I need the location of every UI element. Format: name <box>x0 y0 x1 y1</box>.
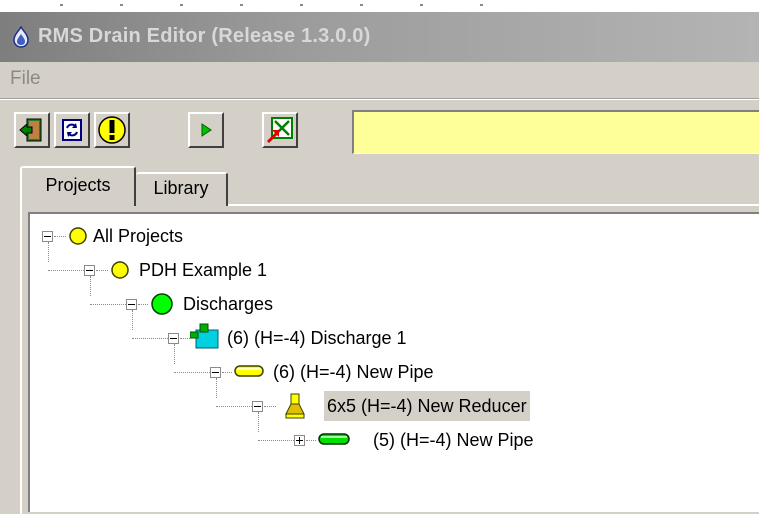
run-button[interactable] <box>188 112 224 148</box>
tree-node-label: PDH Example 1 <box>139 260 268 280</box>
collapse-toggle[interactable] <box>42 231 53 242</box>
app-flame-icon <box>13 26 29 48</box>
tree-node-reducer[interactable]: 6x5 (H=-4) New Reducer <box>30 390 590 422</box>
refresh-icon <box>62 119 82 141</box>
tab-projects[interactable]: Projects <box>20 166 136 206</box>
tree-node-label: Discharges <box>183 294 274 314</box>
refresh-button[interactable] <box>54 112 90 148</box>
tree-node-label: 6x5 (H=-4) New Reducer <box>324 391 530 421</box>
green-circle-icon <box>151 293 173 315</box>
collapse-toggle[interactable] <box>252 401 263 412</box>
check-button[interactable] <box>94 112 130 148</box>
title-bar: RMS Drain Editor (Release 1.3.0.0) <box>0 12 759 62</box>
tree-node-label: (5) (H=-4) New Pipe <box>373 430 534 450</box>
expand-toggle[interactable] <box>294 435 305 446</box>
green-pipe-icon <box>318 433 350 445</box>
collapse-toggle[interactable] <box>126 299 137 310</box>
project-tree[interactable]: All Projects PDH Example 1 Discharges (6… <box>28 212 759 512</box>
tree-node-pipe-6[interactable]: (6) (H=-4) New Pipe <box>30 356 490 388</box>
tree-node-label: (6) (H=-4) Discharge 1 <box>227 328 407 348</box>
tree-node-discharges[interactable]: Discharges <box>30 288 430 320</box>
yellow-circle-icon <box>111 261 129 279</box>
tree-node-all-projects[interactable]: All Projects <box>30 220 430 252</box>
collapse-toggle[interactable] <box>168 333 179 344</box>
tree-node-label: All Projects <box>93 226 184 246</box>
yellow-pipe-icon <box>234 365 264 377</box>
tree-node-pipe-5[interactable]: (5) (H=-4) New Pipe <box>30 424 590 456</box>
cropped-background-strip <box>0 0 759 12</box>
discharge-tank-icon <box>190 323 219 349</box>
window-title: RMS Drain Editor (Release 1.3.0.0) <box>38 25 371 47</box>
export-icon <box>266 117 293 144</box>
exit-door-icon <box>19 118 42 142</box>
warning-icon <box>98 116 126 144</box>
exit-button[interactable] <box>14 112 50 148</box>
yellow-circle-icon <box>69 227 87 245</box>
export-button[interactable] <box>262 112 298 148</box>
menu-file[interactable]: File <box>10 68 41 90</box>
reducer-icon <box>285 393 305 419</box>
collapse-toggle[interactable] <box>210 367 221 378</box>
tab-library[interactable]: Library <box>136 172 228 206</box>
play-icon <box>201 123 212 137</box>
tree-node-discharge-1[interactable]: (6) (H=-4) Discharge 1 <box>30 322 470 354</box>
tree-node-label: (6) (H=-4) New Pipe <box>273 362 434 382</box>
menu-bar: File <box>0 62 759 98</box>
status-message-field <box>352 110 759 154</box>
collapse-toggle[interactable] <box>84 265 95 276</box>
